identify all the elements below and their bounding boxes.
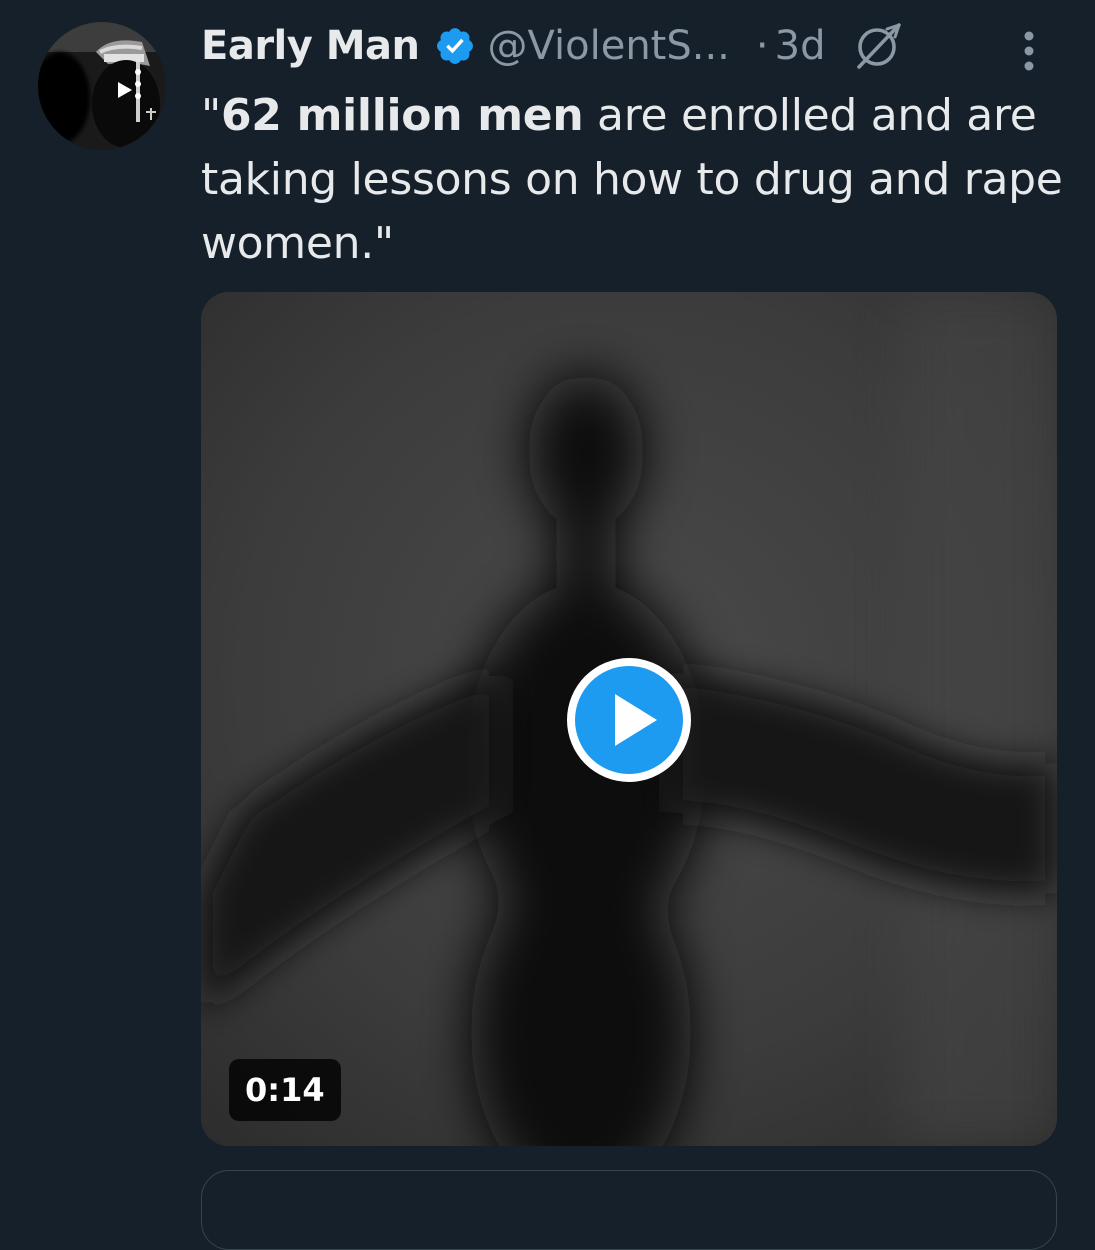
verified-badge-icon bbox=[434, 25, 476, 67]
more-vertical-icon[interactable] bbox=[1012, 28, 1046, 74]
tweet-header: Early Man @ViolentS... · 3d bbox=[201, 16, 1061, 76]
tweet-text-open-quote: " bbox=[201, 90, 221, 141]
video-player[interactable]: 0:14 bbox=[201, 292, 1057, 1146]
handle[interactable]: @ViolentS... bbox=[488, 23, 730, 69]
tweet-text-bold: 62 million men bbox=[220, 90, 584, 141]
separator-dot: · bbox=[755, 23, 769, 69]
avatar-image bbox=[38, 22, 166, 150]
play-icon bbox=[567, 658, 691, 782]
quoted-card[interactable] bbox=[201, 1170, 1057, 1250]
timestamp[interactable]: 3d bbox=[775, 23, 826, 69]
tweet[interactable]: Early Man @ViolentS... · 3d "62 million … bbox=[0, 0, 1095, 1250]
avatar[interactable] bbox=[38, 22, 166, 150]
video-duration-badge: 0:14 bbox=[229, 1059, 341, 1121]
tweet-text: "62 million men are enrolled and are tak… bbox=[201, 84, 1071, 276]
grok-icon[interactable] bbox=[851, 21, 907, 71]
play-button[interactable] bbox=[565, 656, 693, 784]
display-name[interactable]: Early Man bbox=[201, 23, 420, 69]
